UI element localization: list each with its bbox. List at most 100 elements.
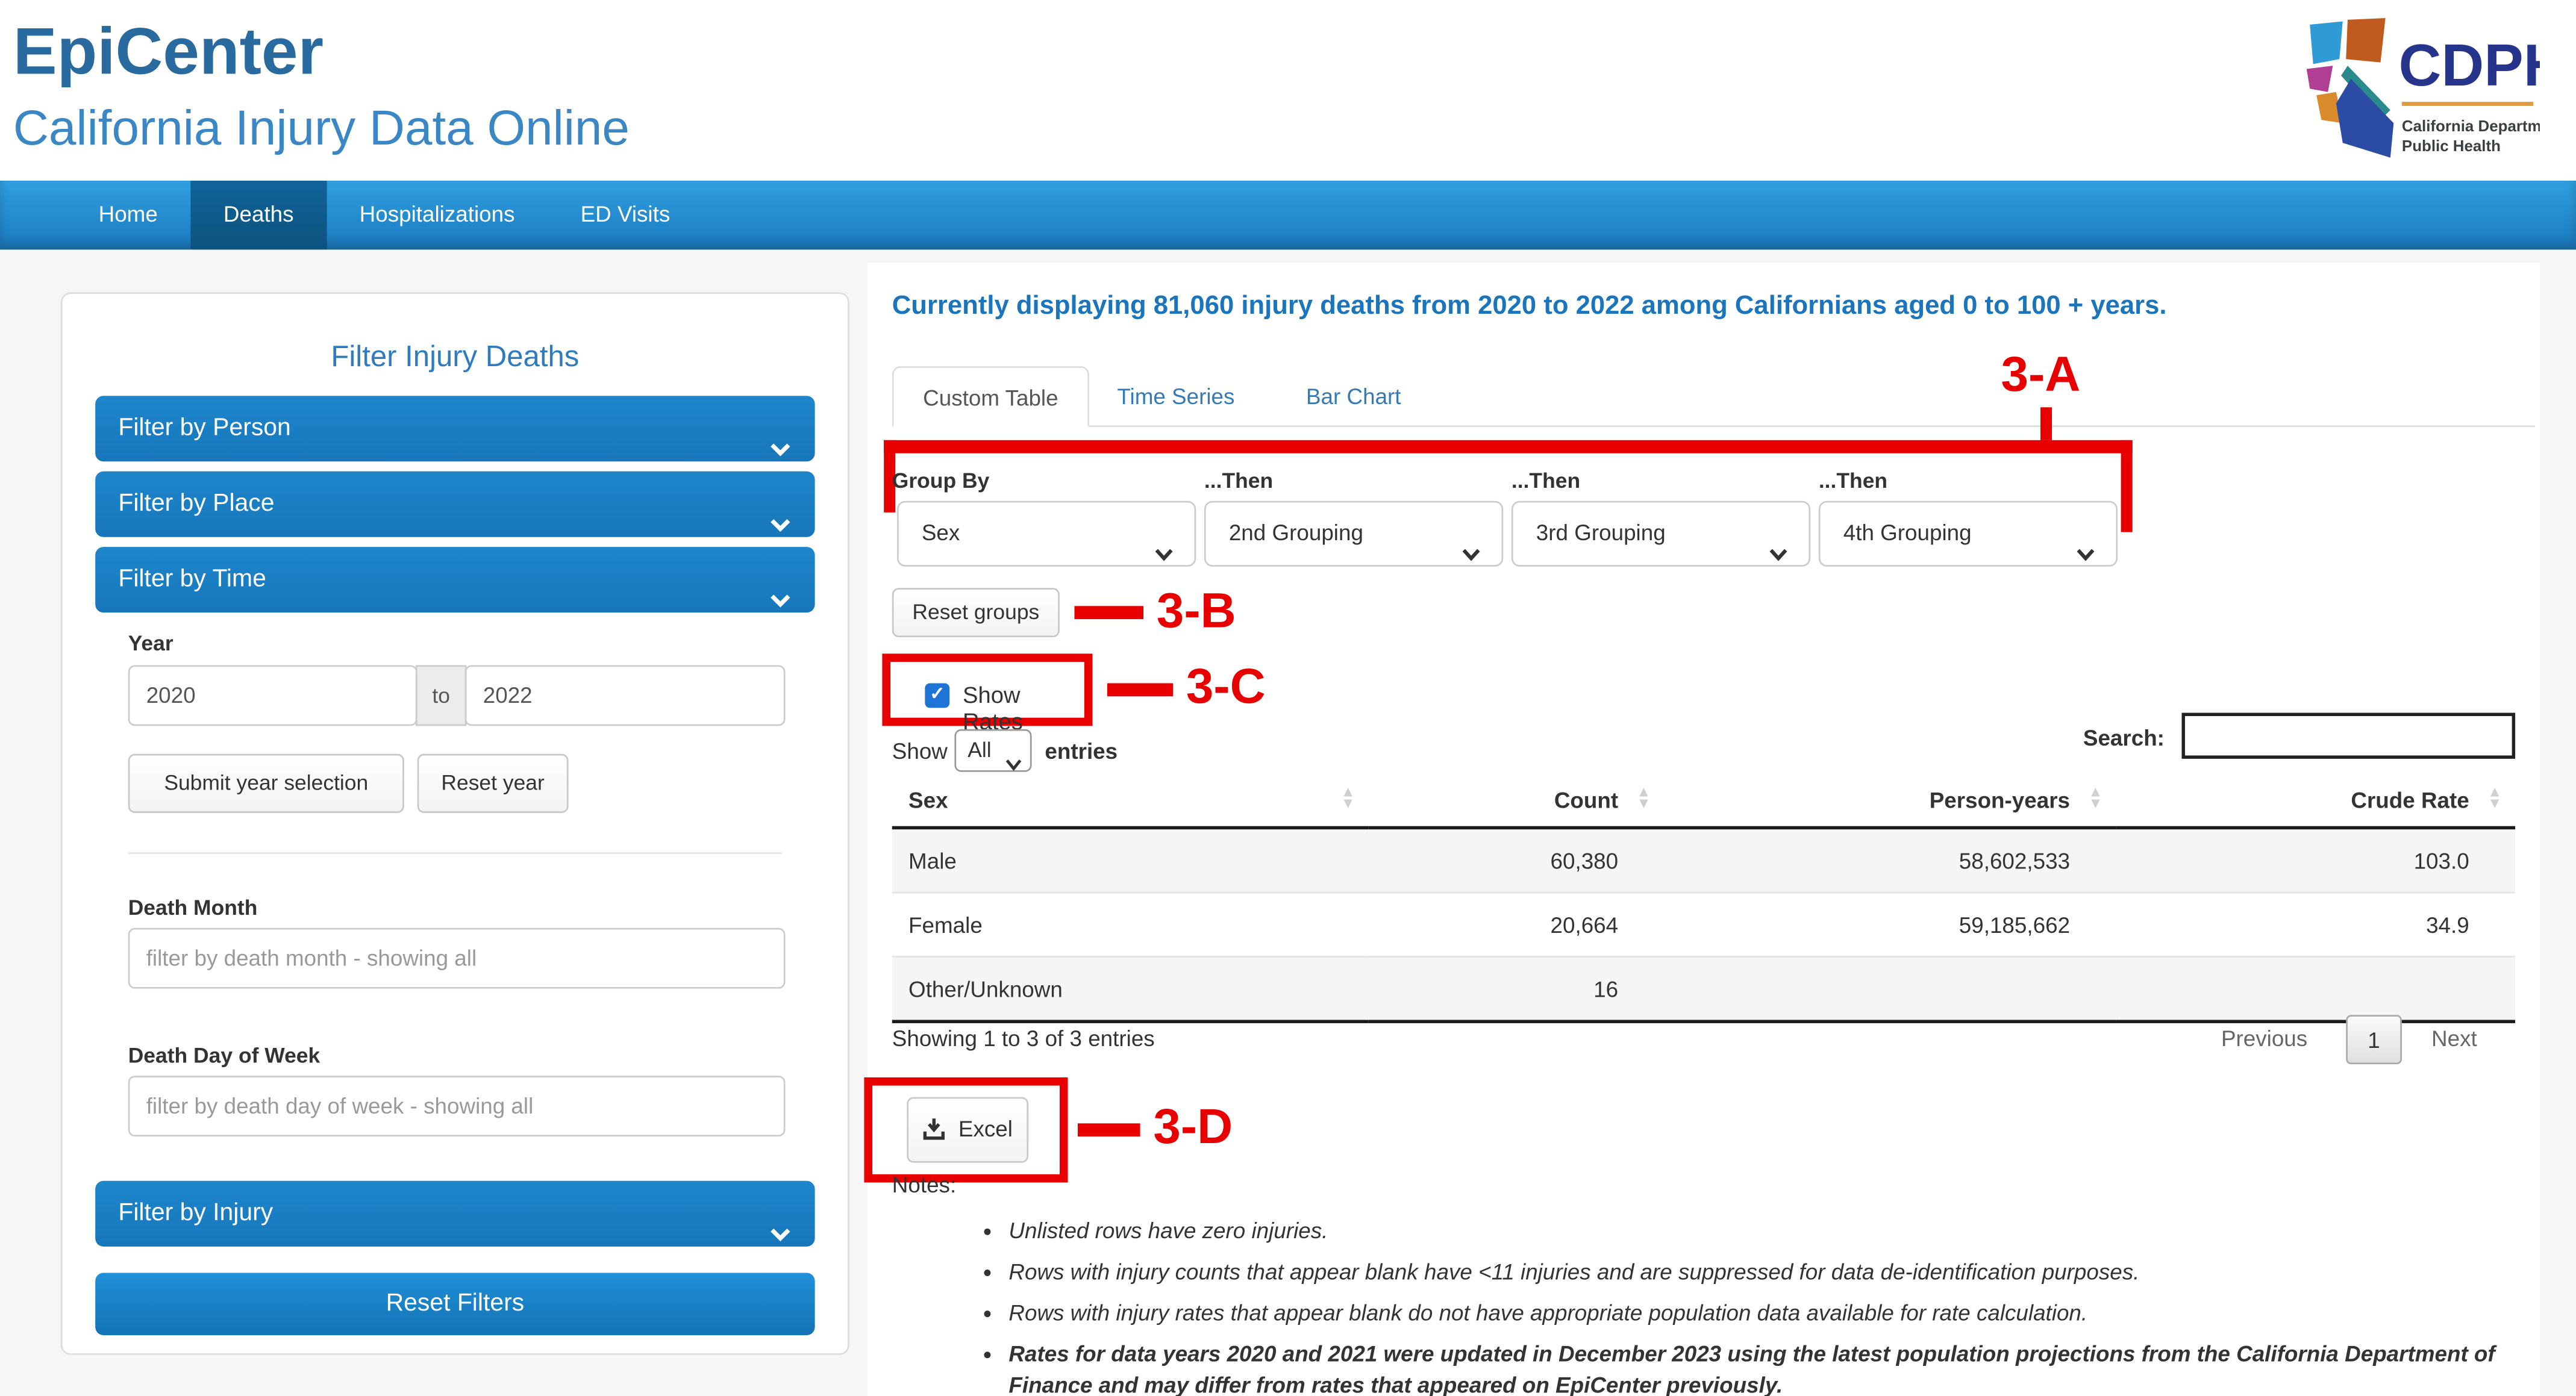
nav-item-ed-visits[interactable]: ED Visits	[548, 181, 703, 250]
annotation-3a-bracket-bar	[884, 440, 2133, 453]
annotation-3b-dash	[1074, 606, 1144, 620]
divider	[128, 852, 783, 855]
notes-list: Unlisted rows have zero injuries. Rows w…	[943, 1215, 2536, 1396]
accordion-label: Filter by Injury	[118, 1198, 274, 1227]
download-icon	[922, 1118, 951, 1145]
tab-bar-chart[interactable]: Bar Chart	[1306, 366, 1401, 427]
select-value: Sex	[921, 520, 960, 546]
year-to-input[interactable]	[464, 665, 786, 726]
table-info: Showing 1 to 3 of 3 entries	[892, 1026, 1155, 1052]
sort-icon[interactable]: ▲ ▼	[2088, 784, 2102, 811]
cdph-logo: CDPH California Department of Public Hea…	[2293, 10, 2576, 174]
select-value: 3rd Grouping	[1536, 520, 1666, 546]
note-item: Rates for data years 2020 and 2021 were …	[1008, 1338, 2536, 1396]
annotation-3c-label: 3-C	[1186, 660, 1266, 715]
cell-count: 16	[1368, 956, 1665, 1023]
tab-custom-table[interactable]: Custom Table	[892, 366, 1090, 428]
chevron-down-icon	[769, 1202, 792, 1268]
accordion-label: Filter by Time	[118, 565, 266, 593]
column-header-sex[interactable]: Sex ▲ ▼	[892, 775, 1369, 830]
epicenter-page: EpiCenter California Injury Data Online …	[0, 0, 2576, 1396]
year-from-input[interactable]	[128, 665, 417, 726]
third-grouping-select[interactable]: 3rd Grouping	[1511, 500, 1811, 567]
results-table: Sex ▲ ▼ Count ▲ ▼ Person-years ▲ ▼ Crude Ra…	[892, 775, 2516, 1023]
reset-groups-button[interactable]: Reset groups	[892, 588, 1060, 638]
accordion-filter-by-time[interactable]: Filter by Time	[95, 547, 815, 613]
annotation-3d-label: 3-D	[1153, 1100, 1233, 1155]
page-header: EpiCenter California Injury Data Online …	[0, 0, 2576, 181]
accordion-filter-by-person[interactable]: Filter by Person	[95, 396, 815, 462]
chevron-down-icon	[1768, 524, 1789, 587]
annotation-3c-rect: ✓ Show Rates	[882, 653, 1093, 734]
column-label: Sex	[908, 788, 948, 813]
pagination-next[interactable]: Next	[2431, 1026, 2477, 1051]
filter-panel-title: Filter Injury Deaths	[331, 340, 580, 373]
sort-icon[interactable]: ▲ ▼	[1340, 784, 1355, 811]
chevron-down-icon	[769, 569, 792, 634]
annotation-3d-dash	[1077, 1123, 1140, 1137]
column-header-count[interactable]: Count ▲ ▼	[1368, 775, 1665, 830]
nav-item-deaths[interactable]: Deaths	[190, 180, 327, 250]
accordion-filter-by-injury[interactable]: Filter by Injury	[95, 1180, 815, 1247]
pagination-previous[interactable]: Previous	[2221, 1026, 2307, 1051]
then-label-3: ...Then	[1818, 468, 1888, 493]
note-item: Rows with injury counts that appear blan…	[1008, 1256, 2536, 1287]
group-by-select[interactable]: Sex	[896, 500, 1196, 567]
show-rates-checkbox[interactable]: ✓	[925, 683, 950, 708]
notes-title: Notes:	[892, 1173, 957, 1198]
cell-person-years: 58,602,533	[1664, 827, 2116, 893]
year-label: Year	[128, 631, 174, 656]
cell-sex: Male	[892, 827, 1369, 893]
submit-year-button[interactable]: Submit year selection	[128, 753, 404, 813]
death-dow-input[interactable]	[128, 1076, 786, 1137]
cell-crude-rate	[2116, 956, 2516, 1023]
cell-person-years	[1664, 956, 2116, 1023]
cell-count: 60,380	[1368, 827, 1665, 893]
annotation-3a-connector	[2040, 407, 2052, 440]
column-label: Person-years	[1929, 788, 2071, 813]
california-shape-icon	[2306, 17, 2394, 158]
second-grouping-select[interactable]: 2nd Grouping	[1204, 500, 1504, 567]
show-entries-prefix: Show	[892, 739, 948, 764]
year-to-addon: to	[415, 665, 467, 726]
excel-export-button[interactable]: Excel	[907, 1097, 1029, 1163]
nav-item-home[interactable]: Home	[66, 181, 190, 250]
death-month-input[interactable]	[128, 927, 786, 989]
annotation-3a-label: 3-A	[2001, 348, 2081, 403]
tab-time-series[interactable]: Time Series	[1117, 366, 1234, 427]
nav-item-hospitalizations[interactable]: Hospitalizations	[327, 181, 548, 250]
cell-sex: Other/Unknown	[892, 956, 1369, 1023]
show-entries-suffix: entries	[1045, 739, 1118, 764]
group-by-label: Group By	[892, 468, 990, 493]
reset-year-button[interactable]: Reset year	[417, 753, 569, 813]
search-input[interactable]	[2181, 712, 2516, 759]
annotation-3c-dash	[1107, 683, 1174, 697]
column-header-crude-rate[interactable]: Crude Rate ▲ ▼	[2116, 775, 2516, 830]
accordion-filter-by-place[interactable]: Filter by Place	[95, 471, 815, 537]
column-header-person-years[interactable]: Person-years ▲ ▼	[1664, 775, 2116, 830]
cell-count: 20,664	[1368, 891, 1665, 957]
pagination-page-1[interactable]: 1	[2346, 1015, 2402, 1065]
app-title: EpiCenter	[13, 16, 324, 89]
select-value: All	[968, 737, 992, 762]
sort-icon[interactable]: ▲ ▼	[1636, 784, 1651, 811]
filter-panel: Filter Injury Deaths Filter by Person Fi…	[60, 292, 849, 1355]
accordion-label: Filter by Person	[118, 414, 291, 442]
select-value: 2nd Grouping	[1228, 520, 1363, 546]
accordion-label: Filter by Place	[118, 489, 275, 518]
cell-person-years: 59,185,662	[1664, 891, 2116, 957]
annotation-3a-bracket-right-cap	[2121, 440, 2133, 532]
chevron-down-icon	[1153, 524, 1174, 587]
show-rates-label: Show Rates	[963, 681, 1023, 734]
cell-sex: Female	[892, 891, 1369, 957]
reset-filters-button[interactable]: Reset Filters	[95, 1273, 815, 1336]
column-label: Count	[1554, 788, 1619, 813]
fourth-grouping-select[interactable]: 4th Grouping	[1818, 500, 2118, 567]
app-subtitle: California Injury Data Online	[13, 102, 630, 157]
logo-org-line2: Public Health	[2402, 138, 2501, 155]
sort-icon[interactable]: ▲ ▼	[2487, 784, 2502, 811]
column-label: Crude Rate	[2351, 788, 2469, 813]
note-item: Unlisted rows have zero injuries.	[1008, 1215, 2536, 1246]
entries-length-select[interactable]: All	[954, 729, 1032, 772]
excel-label: Excel	[958, 1117, 1013, 1142]
